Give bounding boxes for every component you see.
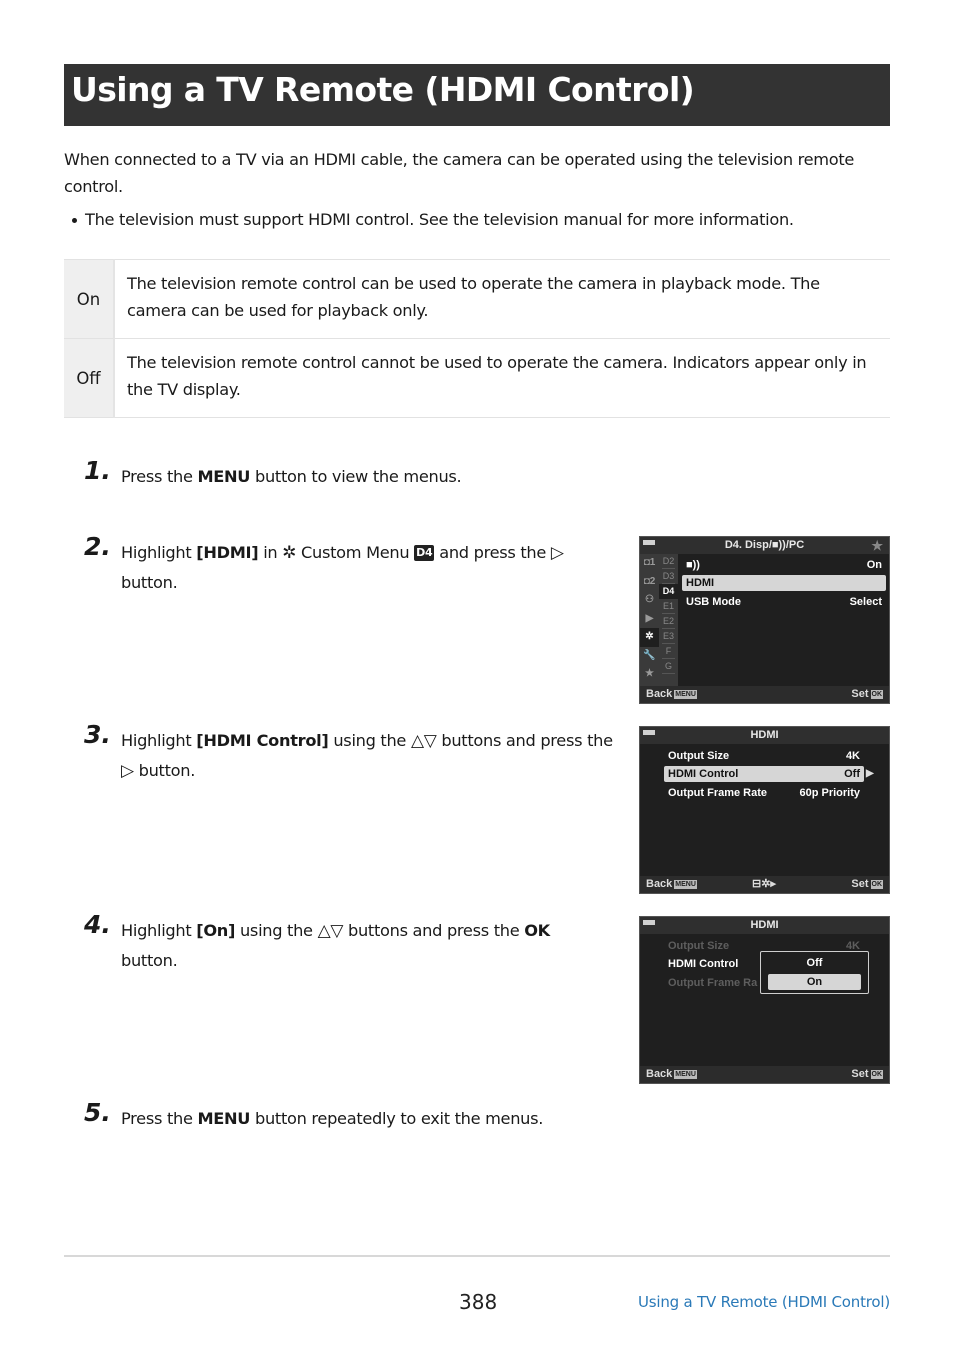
option-description: The television remote control cannot be … (127, 353, 867, 399)
intro-paragraph: When connected to a TV via an HDMI cable… (64, 150, 855, 196)
menu-row: Output Size 4K (668, 750, 860, 762)
bullet-text: The television must support HDMI control… (85, 210, 794, 229)
shooting-menu-1-icon: ◘1 (643, 557, 656, 568)
option-key: On (64, 259, 115, 339)
ok-button-tag: OK (870, 690, 883, 699)
menu-row: ■)) On (686, 559, 882, 571)
menu-button-tag: MENU (674, 690, 697, 699)
screen-header: HDMI (640, 727, 889, 744)
screen-footer: Back MENU Set OK (640, 1066, 889, 1083)
camera-screen-hdmi: HDMI Output Size 4K HDMI Control Off ▶ Out… (639, 726, 890, 894)
right-arrow-icon: ▷ (550, 543, 564, 563)
step-number: 1. (84, 456, 111, 485)
sub-tab-active: D4 (659, 584, 678, 599)
ok-button-tag: OK (870, 880, 883, 889)
section-link[interactable]: Using a TV Remote (HDMI Control) (638, 1293, 890, 1311)
options-table: On The television remote control can be … (64, 259, 890, 418)
step-text: Press the MENU button repeatedly to exit… (121, 1109, 544, 1128)
sub-menu-tabs: D2 D3 D4 E1 E2 E3 F G (659, 554, 678, 688)
right-arrow-icon: ▷ (121, 761, 134, 781)
camera-screen-custom-menu: D4. Disp/■))/PC ★ ◘1 ◘2 ⚇ ▶ ✲ 🔧 ★ D2 D3 D… (639, 536, 890, 704)
step-number: 2. (84, 532, 111, 561)
option-key: Off (64, 338, 115, 418)
table-row: Off The television remote control cannot… (64, 338, 890, 418)
shooting-menu-2-icon: ◘2 (643, 575, 656, 587)
screen-footer: Back MENU Set OK (640, 686, 889, 703)
up-down-arrows-icon: △▽ (317, 921, 344, 941)
option-popup: Off On (760, 951, 869, 994)
step-number: 4. (84, 910, 111, 939)
main-menu-tabs: ◘1 ◘2 ⚇ ▶ ✲ 🔧 ★ (640, 554, 659, 688)
sub-tab: D3 (662, 569, 675, 584)
step-number: 3. (84, 720, 111, 749)
menu-button-tag: MENU (674, 880, 697, 889)
video-menu-icon: ⚇ (645, 594, 654, 605)
battery-icon (643, 920, 655, 925)
star-icon: ★ (871, 538, 883, 553)
page-number: 388 (459, 1290, 498, 1314)
up-down-arrows-icon: △▽ (410, 731, 437, 751)
setup-wrench-icon: 🔧 (643, 649, 656, 661)
step-number: 5. (84, 1098, 111, 1127)
step-text: Highlight [On] using the △▽ buttons and … (121, 916, 601, 975)
menu-button-tag: MENU (674, 1070, 697, 1079)
d4-badge-icon: D4 (414, 545, 435, 561)
screen-header: HDMI (640, 917, 889, 934)
step-text: Highlight [HDMI] in ✲ Custom Menu D4 and… (121, 538, 611, 597)
sub-tab: D2 (662, 554, 675, 569)
title-bar: Using a TV Remote (HDMI Control) (64, 64, 890, 126)
bullet-dot-icon (72, 218, 77, 223)
info-gear-icon: ⊟✲▸ (752, 878, 776, 890)
camera-screen-hdmi-popup: HDMI Output Size 4K HDMI Control Output F… (639, 916, 890, 1084)
menu-row-highlighted: HDMI Control Off (664, 766, 864, 782)
sub-tab: E2 (662, 614, 675, 629)
battery-icon (643, 730, 655, 735)
note-bullet: The television must support HDMI control… (72, 206, 794, 233)
sub-tab: E1 (662, 599, 675, 614)
option-description: The television remote control can be use… (127, 274, 820, 320)
table-row: On The television remote control can be … (64, 259, 890, 339)
screen-footer: Back MENU ⊟✲▸ Set OK (640, 876, 889, 893)
screen-header: D4. Disp/■))/PC ★ (640, 537, 889, 554)
battery-icon (643, 540, 655, 545)
ok-button-tag: OK (870, 1070, 883, 1079)
menu-row: Output Frame Rate 60p Priority (668, 787, 860, 799)
footer-divider (64, 1255, 890, 1257)
sub-tab: G (662, 659, 675, 674)
my-menu-star-icon: ★ (645, 668, 654, 679)
step-text: Highlight [HDMI Control] using the △▽ bu… (121, 726, 621, 786)
menu-row-highlighted: HDMI (682, 575, 886, 591)
menu-row: USB Mode Select (686, 596, 882, 608)
page-title: Using a TV Remote (HDMI Control) (71, 70, 695, 109)
custom-menu-gear-icon: ✲ (640, 628, 659, 647)
submenu-arrow-icon: ▶ (866, 768, 874, 779)
popup-option: Off (806, 957, 823, 969)
playback-menu-icon: ▶ (645, 612, 654, 624)
step-text: Press the MENU button to view the menus. (121, 467, 462, 486)
custom-menu-gear-icon: ✲ (282, 543, 297, 563)
sub-tab: E3 (662, 629, 675, 644)
popup-option-highlighted: On (768, 974, 861, 990)
sub-tab: F (662, 644, 675, 659)
